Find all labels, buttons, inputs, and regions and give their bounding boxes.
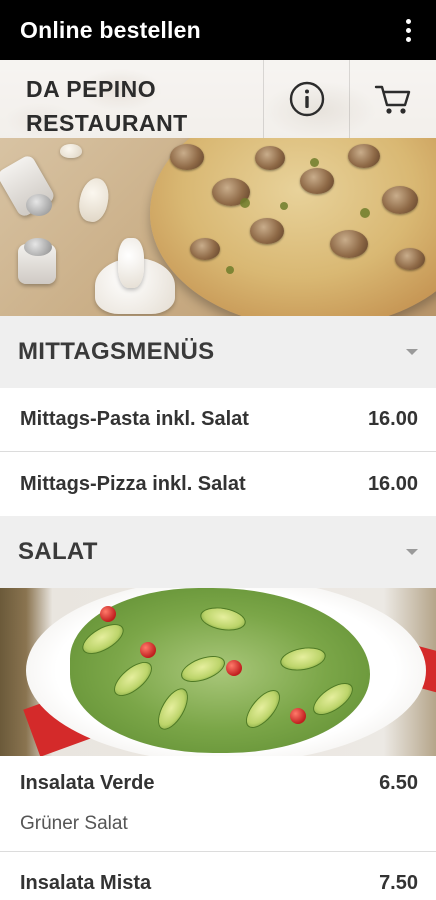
menu-item-insalata-mista[interactable]: Insalata Mista 7.50 [0, 852, 436, 900]
item-price: 16.00 [367, 472, 418, 495]
app-bar: Online bestellen [0, 0, 436, 60]
info-button[interactable] [262, 60, 350, 138]
item-description: Grüner Salat [20, 813, 128, 834]
menu-item-mittags-pizza[interactable]: Mittags-Pizza inkl. Salat 16.00 [0, 452, 436, 516]
menu-item-mittags-pasta[interactable]: Mittags-Pasta inkl. Salat 16.00 [0, 388, 436, 452]
category-title: MITTAGSMENÜS [18, 338, 215, 365]
item-name: Mittags-Pizza inkl. Salat [20, 472, 246, 495]
category-header-salat[interactable]: SALAT [0, 516, 436, 588]
item-name: Insalata Verde [20, 772, 155, 794]
pizza-category-image [0, 138, 436, 316]
menu-item-insalata-verde[interactable]: Insalata Verde 6.50 Grüner Salat [0, 756, 436, 852]
restaurant-name: DA PEPINO RESTAURANT [26, 76, 188, 136]
app-bar-title: Online bestellen [20, 16, 201, 43]
salad-category-image [0, 588, 436, 756]
cart-icon [375, 85, 411, 114]
item-price: 7.50 [379, 872, 418, 894]
item-name: Mittags-Pasta inkl. Salat [20, 408, 249, 430]
chevron-down-icon [406, 349, 418, 355]
info-icon [289, 81, 324, 117]
item-price: 16.00 [367, 408, 418, 430]
restaurant-header: DA PEPINO RESTAURANT [0, 60, 436, 138]
category-title: SALAT [18, 538, 98, 565]
item-price: 6.50 [379, 772, 418, 794]
category-header-mittagsmenus[interactable]: MITTAGSMENÜS [0, 316, 436, 388]
more-vertical-icon[interactable] [396, 16, 420, 44]
item-name: Insalata Mista [20, 872, 152, 894]
cart-button[interactable] [349, 60, 436, 138]
chevron-down-icon [406, 549, 418, 555]
app-screen: Online bestellen DA PEPINO RESTAURANT MI… [0, 0, 436, 900]
